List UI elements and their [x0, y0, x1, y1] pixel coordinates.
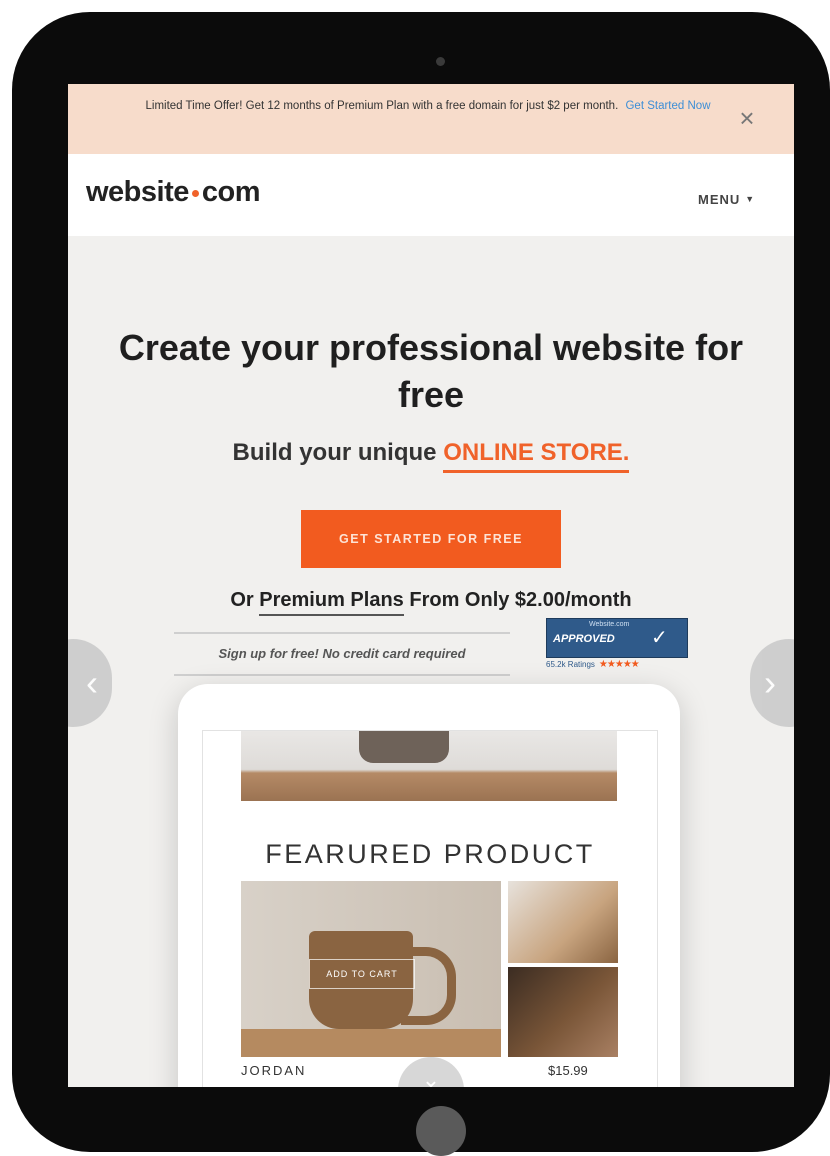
mug-image: ADD TO CART	[241, 881, 501, 1057]
chevron-right-icon[interactable]: ›	[750, 639, 794, 727]
premium-suffix: From Only $2.00/month	[409, 589, 632, 611]
logo-dot	[191, 189, 199, 197]
hero-headline: Create your professional website for fre…	[118, 327, 744, 415]
premium-line: Or Premium Plans From Only $2.00/month	[98, 589, 764, 616]
menu-label: MENU	[698, 192, 741, 207]
thumbnail-image[interactable]	[508, 967, 618, 1057]
approved-badge: Website.com APPROVED ✓	[546, 618, 688, 658]
shelf-image	[241, 731, 617, 801]
table-surface	[241, 1029, 501, 1057]
mockup-screen: FEARURED PRODUCT ADD TO CART JORDAN $15.…	[202, 730, 658, 1087]
jar-image	[359, 731, 449, 763]
screen: Limited Time Offer! Get 12 months of Pre…	[68, 84, 794, 1087]
hero-subhead: Build your unique ONLINE STORE.	[98, 439, 764, 473]
logo-right: com	[201, 176, 261, 208]
product-price: $15.99	[548, 1063, 588, 1078]
ratings: 65.2k Ratings ★★★★★	[546, 659, 640, 670]
chevron-left-icon[interactable]: ‹	[68, 639, 112, 727]
premium-prefix: Or	[230, 589, 254, 611]
checkmark-icon: ✓	[651, 627, 668, 649]
navbar: website com MENU ▼	[68, 154, 794, 236]
subhead-prefix: Build your unique	[232, 439, 437, 466]
featured-title: FEARURED PRODUCT	[265, 839, 595, 869]
promo-link[interactable]: Get Started Now	[625, 100, 710, 112]
logo[interactable]: website com	[86, 176, 261, 209]
get-started-button[interactable]: GET STARTED FOR FREE	[301, 510, 561, 568]
home-button[interactable]	[416, 1106, 466, 1156]
badge-top-text: Website.com	[589, 621, 630, 628]
add-to-cart-button[interactable]: ADD TO CART	[309, 959, 415, 989]
caret-down-icon: ▼	[745, 194, 756, 204]
premium-plans-link[interactable]: Premium Plans	[259, 589, 404, 616]
close-icon[interactable]: ×	[733, 104, 761, 132]
promo-text: Limited Time Offer! Get 12 months of Pre…	[128, 96, 728, 117]
menu-button[interactable]: MENU ▼	[698, 192, 755, 207]
product-name: JORDAN	[241, 1063, 307, 1078]
promo-message: Limited Time Offer! Get 12 months of Pre…	[145, 100, 619, 112]
ratings-count: 65.2k Ratings	[546, 660, 595, 669]
rating-stars: ★★★★★	[598, 659, 640, 670]
logo-left: website	[86, 176, 189, 208]
promo-banner: Limited Time Offer! Get 12 months of Pre…	[68, 84, 794, 154]
thumbnail-image[interactable]	[508, 881, 618, 963]
badge-main-text: APPROVED	[553, 633, 615, 645]
camera-dot	[436, 57, 445, 66]
device-mockup: FEARURED PRODUCT ADD TO CART JORDAN $15.…	[178, 684, 680, 1087]
signup-note: Sign up for free! No credit card require…	[174, 632, 510, 676]
subhead-accent: ONLINE STORE.	[443, 439, 630, 473]
